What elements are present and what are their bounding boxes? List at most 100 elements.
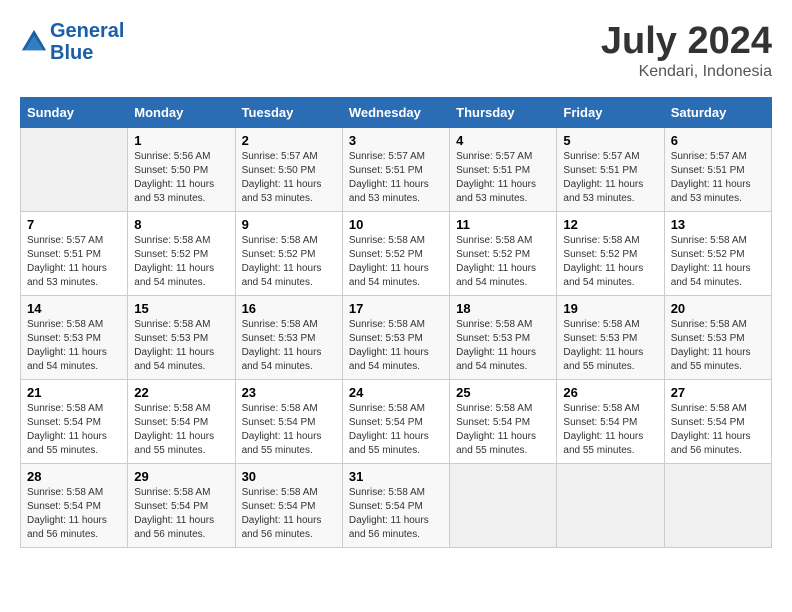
calendar-cell: 17 Sunrise: 5:58 AM Sunset: 5:53 PM Dayli…	[342, 296, 449, 380]
day-number: 9	[242, 217, 336, 232]
calendar-cell: 3 Sunrise: 5:57 AM Sunset: 5:51 PM Daylig…	[342, 128, 449, 212]
day-info: Sunrise: 5:57 AM Sunset: 5:51 PM Dayligh…	[456, 150, 550, 206]
calendar-cell: 6 Sunrise: 5:57 AM Sunset: 5:51 PM Daylig…	[664, 128, 771, 212]
page-title: July 2024	[601, 20, 772, 63]
day-info: Sunrise: 5:57 AM Sunset: 5:51 PM Dayligh…	[27, 234, 121, 290]
calendar-cell: 11 Sunrise: 5:58 AM Sunset: 5:52 PM Dayli…	[450, 212, 557, 296]
day-number: 2	[242, 133, 336, 148]
day-info: Sunrise: 5:58 AM Sunset: 5:54 PM Dayligh…	[563, 402, 657, 458]
day-number: 20	[671, 301, 765, 316]
calendar-cell: 2 Sunrise: 5:57 AM Sunset: 5:50 PM Daylig…	[235, 128, 342, 212]
calendar-cell: 26 Sunrise: 5:58 AM Sunset: 5:54 PM Dayli…	[557, 380, 664, 464]
calendar-cell: 28 Sunrise: 5:58 AM Sunset: 5:54 PM Dayli…	[21, 464, 128, 548]
weekday-header: Monday	[128, 98, 235, 128]
calendar-cell: 29 Sunrise: 5:58 AM Sunset: 5:54 PM Dayli…	[128, 464, 235, 548]
day-number: 4	[456, 133, 550, 148]
day-number: 30	[242, 469, 336, 484]
calendar-cell: 24 Sunrise: 5:58 AM Sunset: 5:54 PM Dayli…	[342, 380, 449, 464]
calendar-cell: 7Sunrise: 5:57 AM Sunset: 5:51 PM Daylig…	[21, 212, 128, 296]
day-info: Sunrise: 5:58 AM Sunset: 5:52 PM Dayligh…	[563, 234, 657, 290]
calendar-table: SundayMondayTuesdayWednesdayThursdayFrid…	[20, 97, 772, 548]
calendar-cell: 25 Sunrise: 5:58 AM Sunset: 5:54 PM Dayli…	[450, 380, 557, 464]
day-info: Sunrise: 5:58 AM Sunset: 5:54 PM Dayligh…	[456, 402, 550, 458]
day-number: 25	[456, 385, 550, 400]
day-number: 31	[349, 469, 443, 484]
calendar-cell	[557, 464, 664, 548]
calendar-cell: 15Sunrise: 5:58 AM Sunset: 5:53 PM Dayli…	[128, 296, 235, 380]
day-info: Sunrise: 5:58 AM Sunset: 5:52 PM Dayligh…	[242, 234, 336, 290]
logo-icon	[20, 28, 48, 56]
day-info: Sunrise: 5:57 AM Sunset: 5:51 PM Dayligh…	[563, 150, 657, 206]
day-info: Sunrise: 5:58 AM Sunset: 5:52 PM Dayligh…	[671, 234, 765, 290]
day-info: Sunrise: 5:56 AM Sunset: 5:50 PM Dayligh…	[134, 150, 228, 206]
day-info: Sunrise: 5:58 AM Sunset: 5:52 PM Dayligh…	[134, 234, 228, 290]
calendar-cell	[450, 464, 557, 548]
calendar-cell: 9 Sunrise: 5:58 AM Sunset: 5:52 PM Daylig…	[235, 212, 342, 296]
page-subtitle: Kendari, Indonesia	[601, 63, 772, 81]
day-info: Sunrise: 5:58 AM Sunset: 5:53 PM Dayligh…	[671, 318, 765, 374]
calendar-cell	[21, 128, 128, 212]
logo-text-line1: General	[50, 20, 124, 42]
day-info: Sunrise: 5:57 AM Sunset: 5:50 PM Dayligh…	[242, 150, 336, 206]
logo-text-line2: Blue	[50, 42, 124, 64]
day-info: Sunrise: 5:58 AM Sunset: 5:54 PM Dayligh…	[349, 486, 443, 542]
day-info: Sunrise: 5:58 AM Sunset: 5:54 PM Dayligh…	[242, 486, 336, 542]
day-info: Sunrise: 5:58 AM Sunset: 5:53 PM Dayligh…	[563, 318, 657, 374]
day-number: 26	[563, 385, 657, 400]
calendar-cell: 4 Sunrise: 5:57 AM Sunset: 5:51 PM Daylig…	[450, 128, 557, 212]
day-number: 23	[242, 385, 336, 400]
calendar-cell: 31 Sunrise: 5:58 AM Sunset: 5:54 PM Dayli…	[342, 464, 449, 548]
calendar-cell: 13Sunrise: 5:58 AM Sunset: 5:52 PM Dayli…	[664, 212, 771, 296]
day-number: 11	[456, 217, 550, 232]
day-number: 5	[563, 133, 657, 148]
calendar-header-row: SundayMondayTuesdayWednesdayThursdayFrid…	[21, 98, 772, 128]
calendar-cell: 22Sunrise: 5:58 AM Sunset: 5:54 PM Dayli…	[128, 380, 235, 464]
calendar-cell: 20 Sunrise: 5:58 AM Sunset: 5:53 PM Dayli…	[664, 296, 771, 380]
day-number: 1	[134, 133, 228, 148]
weekday-header: Tuesday	[235, 98, 342, 128]
calendar-cell: 19Sunrise: 5:58 AM Sunset: 5:53 PM Dayli…	[557, 296, 664, 380]
day-info: Sunrise: 5:58 AM Sunset: 5:54 PM Dayligh…	[27, 402, 121, 458]
weekday-header: Saturday	[664, 98, 771, 128]
day-info: Sunrise: 5:58 AM Sunset: 5:52 PM Dayligh…	[456, 234, 550, 290]
day-number: 17	[349, 301, 443, 316]
calendar-cell: 8 Sunrise: 5:58 AM Sunset: 5:52 PM Daylig…	[128, 212, 235, 296]
day-number: 24	[349, 385, 443, 400]
day-info: Sunrise: 5:57 AM Sunset: 5:51 PM Dayligh…	[671, 150, 765, 206]
day-number: 14	[27, 301, 121, 316]
day-info: Sunrise: 5:58 AM Sunset: 5:53 PM Dayligh…	[242, 318, 336, 374]
day-number: 27	[671, 385, 765, 400]
page-header: General Blue July 2024 Kendari, Indonesi…	[20, 20, 772, 81]
calendar-cell: 23 Sunrise: 5:58 AM Sunset: 5:54 PM Dayli…	[235, 380, 342, 464]
day-number: 18	[456, 301, 550, 316]
day-number: 16	[242, 301, 336, 316]
day-number: 28	[27, 469, 121, 484]
day-info: Sunrise: 5:58 AM Sunset: 5:52 PM Dayligh…	[349, 234, 443, 290]
day-number: 29	[134, 469, 228, 484]
day-number: 3	[349, 133, 443, 148]
day-info: Sunrise: 5:58 AM Sunset: 5:54 PM Dayligh…	[134, 402, 228, 458]
calendar-cell: 27Sunrise: 5:58 AM Sunset: 5:54 PM Dayli…	[664, 380, 771, 464]
calendar-cell: 21Sunrise: 5:58 AM Sunset: 5:54 PM Dayli…	[21, 380, 128, 464]
day-info: Sunrise: 5:58 AM Sunset: 5:53 PM Dayligh…	[349, 318, 443, 374]
day-info: Sunrise: 5:58 AM Sunset: 5:54 PM Dayligh…	[349, 402, 443, 458]
calendar-cell: 10Sunrise: 5:58 AM Sunset: 5:52 PM Dayli…	[342, 212, 449, 296]
calendar-week-row: 21Sunrise: 5:58 AM Sunset: 5:54 PM Dayli…	[21, 380, 772, 464]
day-info: Sunrise: 5:58 AM Sunset: 5:54 PM Dayligh…	[27, 486, 121, 542]
day-number: 8	[134, 217, 228, 232]
day-info: Sunrise: 5:57 AM Sunset: 5:51 PM Dayligh…	[349, 150, 443, 206]
day-info: Sunrise: 5:58 AM Sunset: 5:53 PM Dayligh…	[27, 318, 121, 374]
day-info: Sunrise: 5:58 AM Sunset: 5:54 PM Dayligh…	[134, 486, 228, 542]
day-number: 15	[134, 301, 228, 316]
calendar-cell: 30 Sunrise: 5:58 AM Sunset: 5:54 PM Dayli…	[235, 464, 342, 548]
day-info: Sunrise: 5:58 AM Sunset: 5:54 PM Dayligh…	[242, 402, 336, 458]
calendar-cell: 1 Sunrise: 5:56 AM Sunset: 5:50 PM Daylig…	[128, 128, 235, 212]
weekday-header: Friday	[557, 98, 664, 128]
calendar-week-row: 1 Sunrise: 5:56 AM Sunset: 5:50 PM Daylig…	[21, 128, 772, 212]
weekday-header: Wednesday	[342, 98, 449, 128]
day-number: 6	[671, 133, 765, 148]
title-block: July 2024 Kendari, Indonesia	[601, 20, 772, 81]
day-info: Sunrise: 5:58 AM Sunset: 5:53 PM Dayligh…	[456, 318, 550, 374]
weekday-header: Thursday	[450, 98, 557, 128]
calendar-cell: 12Sunrise: 5:58 AM Sunset: 5:52 PM Dayli…	[557, 212, 664, 296]
